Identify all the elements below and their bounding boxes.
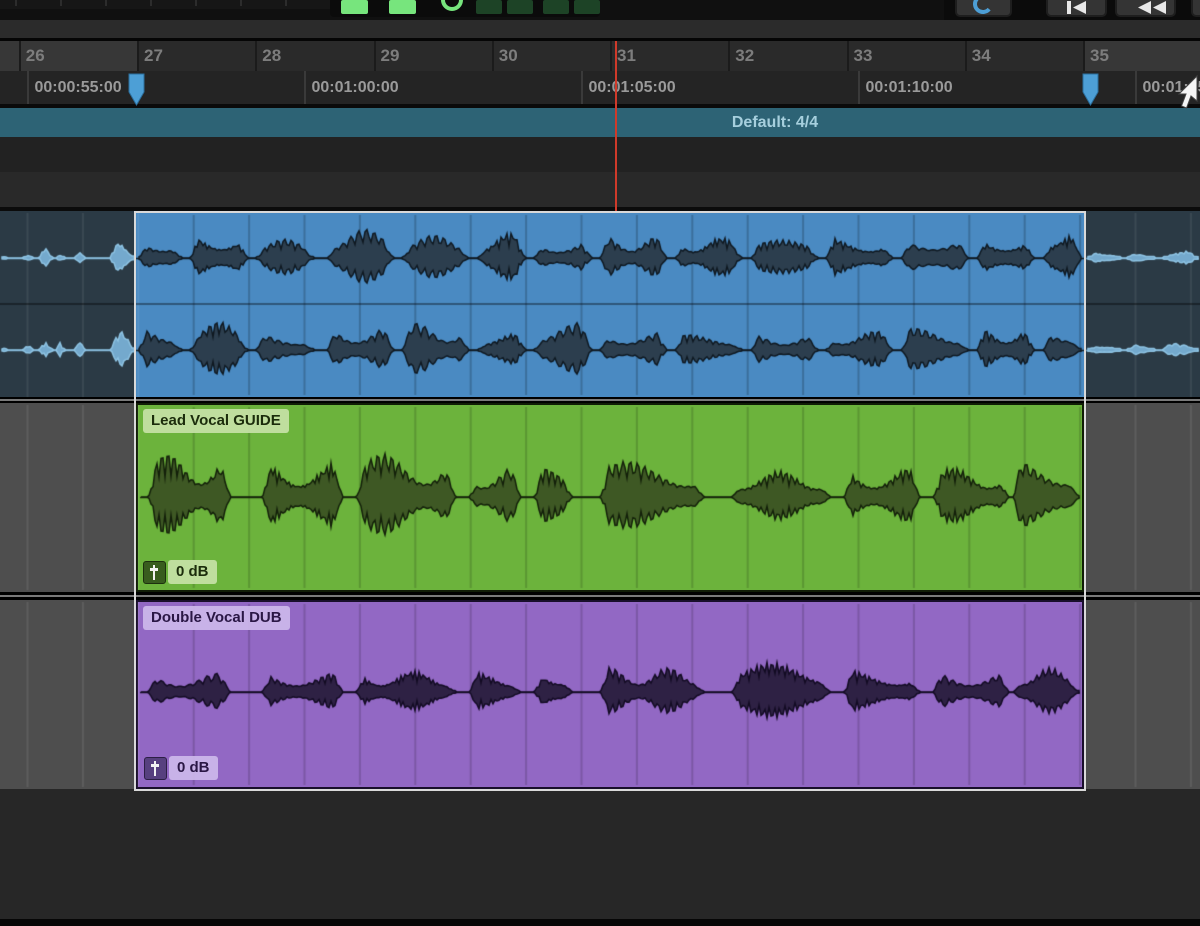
bar-tick — [728, 41, 730, 71]
display-digit-dim — [543, 0, 569, 14]
bar-number: 30 — [499, 41, 518, 71]
bar-tick — [374, 41, 376, 71]
arranger-track-lane — [0, 137, 1200, 172]
toolbar-separator — [105, 0, 107, 6]
bar-number: 27 — [144, 41, 163, 71]
bar-tick — [610, 41, 612, 71]
timecode-label: 00:01:15:00 — [1143, 71, 1200, 104]
track1-lane-outside-left[interactable] — [0, 211, 134, 397]
bar-tick — [19, 41, 21, 71]
seconds-tick-strip[interactable] — [0, 172, 1200, 207]
loop-icon — [957, 0, 1010, 15]
divider — [0, 207, 1200, 211]
playhead[interactable] — [615, 41, 617, 211]
time-signature-label: Default: 4/4 — [585, 108, 965, 137]
event-label-lead-vocal[interactable]: Lead Vocal GUIDE — [143, 409, 289, 433]
gain-fader-icon[interactable] — [143, 561, 166, 584]
track2-lane-outside-left[interactable] — [0, 403, 134, 592]
tempo-display-digit — [389, 0, 416, 14]
track1-lane-outside-right[interactable] — [1086, 211, 1200, 397]
gain-fader-icon[interactable] — [144, 757, 167, 780]
rewind-button[interactable] — [1115, 0, 1176, 17]
bar-tick — [492, 41, 494, 71]
track-separator-line[interactable] — [0, 595, 1200, 597]
arrangement-view: Default: 4/4 Lead Vocal GUIDE 0 dB Doubl… — [0, 0, 1200, 926]
timecode-label: 00:01:10:00 — [866, 71, 953, 104]
toolbar — [0, 0, 1200, 20]
bar-number: 28 — [262, 41, 281, 71]
toolbar-separator — [240, 0, 242, 6]
bar-number: 35 — [1090, 41, 1109, 71]
toolbar-separator — [285, 0, 287, 6]
bar-tick — [1083, 41, 1085, 71]
bar-number: 34 — [972, 41, 991, 71]
return-to-start-button[interactable] — [1046, 0, 1107, 17]
timecode-label: 00:01:00:00 — [312, 71, 399, 104]
bottom-edge — [0, 919, 1200, 926]
loop-button[interactable] — [955, 0, 1012, 17]
toolbar-separator — [15, 0, 17, 6]
timecode-label: 00:01:05:00 — [589, 71, 676, 104]
toolbar-substrip — [0, 20, 1200, 38]
toolbar-separator — [150, 0, 152, 6]
event-label-double-vocal[interactable]: Double Vocal DUB — [143, 606, 290, 630]
audio-event-stereo[interactable] — [136, 213, 1084, 397]
track-separator-line[interactable] — [0, 399, 1200, 401]
timecode-tick — [581, 71, 583, 104]
bar-number: 31 — [617, 41, 636, 71]
track2-lane-outside-right[interactable] — [1086, 403, 1200, 592]
bar-tick — [847, 41, 849, 71]
transport-button-partial[interactable] — [1191, 0, 1200, 17]
skip-to-start-icon — [1048, 0, 1105, 15]
bar-number: 26 — [26, 41, 45, 71]
gain-value-double-vocal[interactable]: 0 dB — [169, 756, 218, 780]
gain-value-lead-vocal[interactable]: 0 dB — [168, 560, 217, 584]
bar-number: 32 — [735, 41, 754, 71]
rewind-icon — [1117, 0, 1174, 15]
timecode-tick — [27, 71, 29, 104]
track3-lane-outside-right[interactable] — [1086, 600, 1200, 789]
display-digit-dim — [507, 0, 533, 14]
bar-number: 29 — [381, 41, 400, 71]
empty-arrange-area — [0, 791, 1200, 919]
toolbar-separator — [60, 0, 62, 6]
toolbar-separator — [195, 0, 197, 6]
metronome-icon[interactable] — [430, 0, 470, 16]
display-digit-dim — [574, 0, 600, 14]
bar-number: 33 — [854, 41, 873, 71]
track3-lane-outside-left[interactable] — [0, 600, 134, 789]
bar-tick — [255, 41, 257, 71]
timecode-label: 00:00:55:00 — [35, 71, 122, 104]
timecode-tick — [304, 71, 306, 104]
timecode-tick — [858, 71, 860, 104]
display-digit-dim — [476, 0, 502, 14]
bar-tick — [137, 41, 139, 71]
bar-tick — [965, 41, 967, 71]
tempo-display-digit — [341, 0, 368, 14]
timecode-tick — [1135, 71, 1137, 104]
